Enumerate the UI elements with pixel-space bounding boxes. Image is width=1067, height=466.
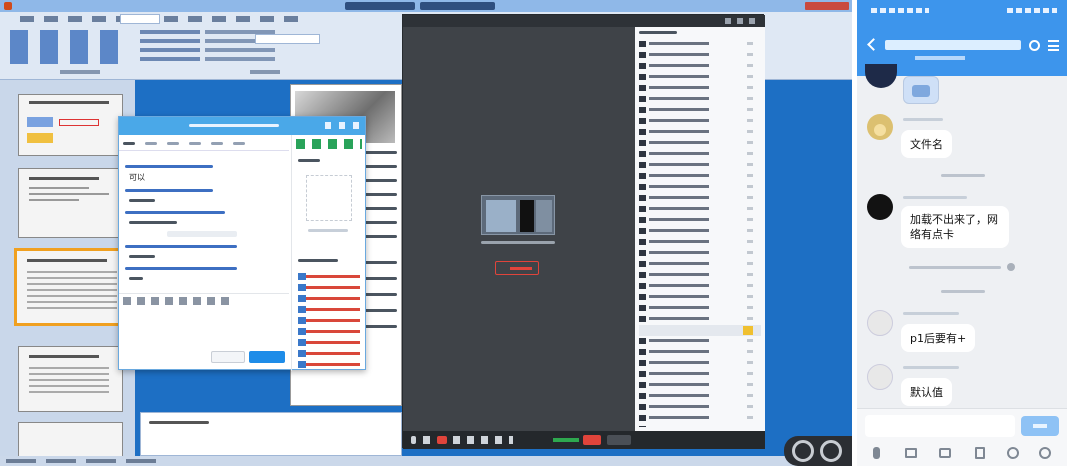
qq-close-button[interactable] [211, 351, 245, 363]
chat-bubble[interactable]: p1后要有+ [901, 324, 976, 352]
slide-thumbnail[interactable] [18, 346, 123, 412]
phone-screen: 文件名 加载不出来了，网络有点卡 p1后要有+ 默认值 [857, 0, 1067, 466]
message-input[interactable] [865, 415, 1015, 437]
qq-window-controls[interactable] [325, 122, 359, 129]
meeting-controls-bar [403, 431, 765, 449]
slide-thumbnail-selected[interactable] [14, 248, 127, 326]
ribbon-group-label [250, 70, 280, 74]
signal-icons [871, 8, 929, 13]
ribbon-icon-group[interactable] [140, 30, 200, 64]
leave-meeting-button[interactable] [607, 435, 631, 445]
ribbon-group-label [60, 70, 100, 74]
shared-screen-preview[interactable] [481, 195, 555, 235]
meeting-mic-icon[interactable] [411, 436, 416, 444]
avatar [867, 194, 893, 220]
desktop-screen: 可以 [0, 0, 852, 466]
status-bar [857, 0, 1067, 22]
qq-chat-window: 可以 [118, 116, 366, 371]
qq-announcement-placeholder [306, 175, 352, 221]
window-controls[interactable] [805, 2, 849, 10]
chat-message-text: 默认值 [910, 386, 943, 399]
slide-thumbnail-pane [0, 80, 135, 466]
qq-title-bar [119, 117, 365, 135]
chat-message-text: 加载不出来了，网络有点卡 [910, 213, 998, 241]
chat-bubble[interactable]: 加载不出来了，网络有点卡 [901, 206, 1009, 248]
slide-thumbnail[interactable] [18, 168, 123, 238]
slide-thumbnail[interactable] [18, 94, 123, 156]
participant-panel [635, 27, 765, 431]
meeting-title-bar [403, 15, 765, 27]
image-icon[interactable] [905, 448, 917, 458]
qq-input-toolbar[interactable] [119, 293, 289, 307]
qq-member-list[interactable] [298, 273, 360, 369]
status-bar [0, 456, 852, 466]
qq-tab-bar[interactable] [119, 137, 289, 151]
back-icon[interactable] [867, 38, 880, 51]
emoji-icon[interactable] [1007, 447, 1019, 459]
volume-dial[interactable] [820, 440, 842, 462]
battery-icons [1007, 8, 1057, 13]
qq-send-button[interactable] [249, 351, 285, 363]
send-button[interactable] [1021, 416, 1059, 436]
volume-overlay [784, 436, 852, 466]
ribbon-icon-group[interactable] [10, 30, 130, 64]
chat-bubble[interactable]: 文件名 [901, 130, 952, 158]
participant-list[interactable] [639, 41, 761, 427]
participant-highlight [743, 326, 753, 335]
qq-right-panel [291, 135, 365, 371]
qq-message-text: 可以 [129, 173, 145, 182]
notes-pane[interactable] [140, 412, 402, 456]
qq-panel-icons[interactable] [296, 139, 362, 149]
meeting-window [402, 14, 765, 449]
chat-input-bar [857, 408, 1067, 466]
app-icon [4, 2, 12, 10]
qq-message-list: 可以 [119, 153, 289, 293]
file-icon[interactable] [975, 447, 985, 459]
volume-dial[interactable] [792, 440, 814, 462]
chat-message-text: p1后要有+ [910, 332, 967, 345]
avatar [867, 310, 893, 336]
ribbon-field[interactable] [255, 34, 320, 44]
avatar [867, 114, 893, 140]
window-title-tab [420, 2, 495, 10]
ribbon-tabs[interactable] [20, 16, 300, 22]
meeting-end-icon[interactable] [437, 436, 447, 444]
window-title-tab [345, 2, 415, 10]
sticker-message [903, 76, 939, 104]
group-subtitle [915, 56, 965, 60]
avatar [867, 364, 893, 390]
more-icon[interactable] [1039, 447, 1051, 459]
stop-share-button[interactable] [583, 435, 601, 445]
chat-message-text: 文件名 [910, 138, 943, 151]
avatar [865, 64, 897, 88]
group-members-icon[interactable] [1029, 40, 1040, 51]
voice-icon[interactable] [873, 447, 880, 459]
meeting-speaker-icon[interactable] [423, 436, 430, 444]
ribbon-active-tab[interactable] [120, 14, 160, 24]
group-title [885, 40, 1021, 50]
camera-icon[interactable] [939, 448, 951, 458]
menu-icon[interactable] [1048, 40, 1059, 51]
network-indicator [553, 438, 579, 442]
qq-input-box[interactable] [119, 307, 289, 347]
meeting-stage [403, 27, 635, 431]
chat-bubble[interactable]: 默认值 [901, 378, 952, 406]
recall-info-icon [1007, 263, 1015, 271]
meeting-toolbar-icons[interactable] [453, 436, 513, 444]
share-screen-button[interactable] [495, 261, 539, 275]
app-title-bar [0, 0, 852, 12]
meeting-window-controls[interactable] [725, 18, 759, 24]
